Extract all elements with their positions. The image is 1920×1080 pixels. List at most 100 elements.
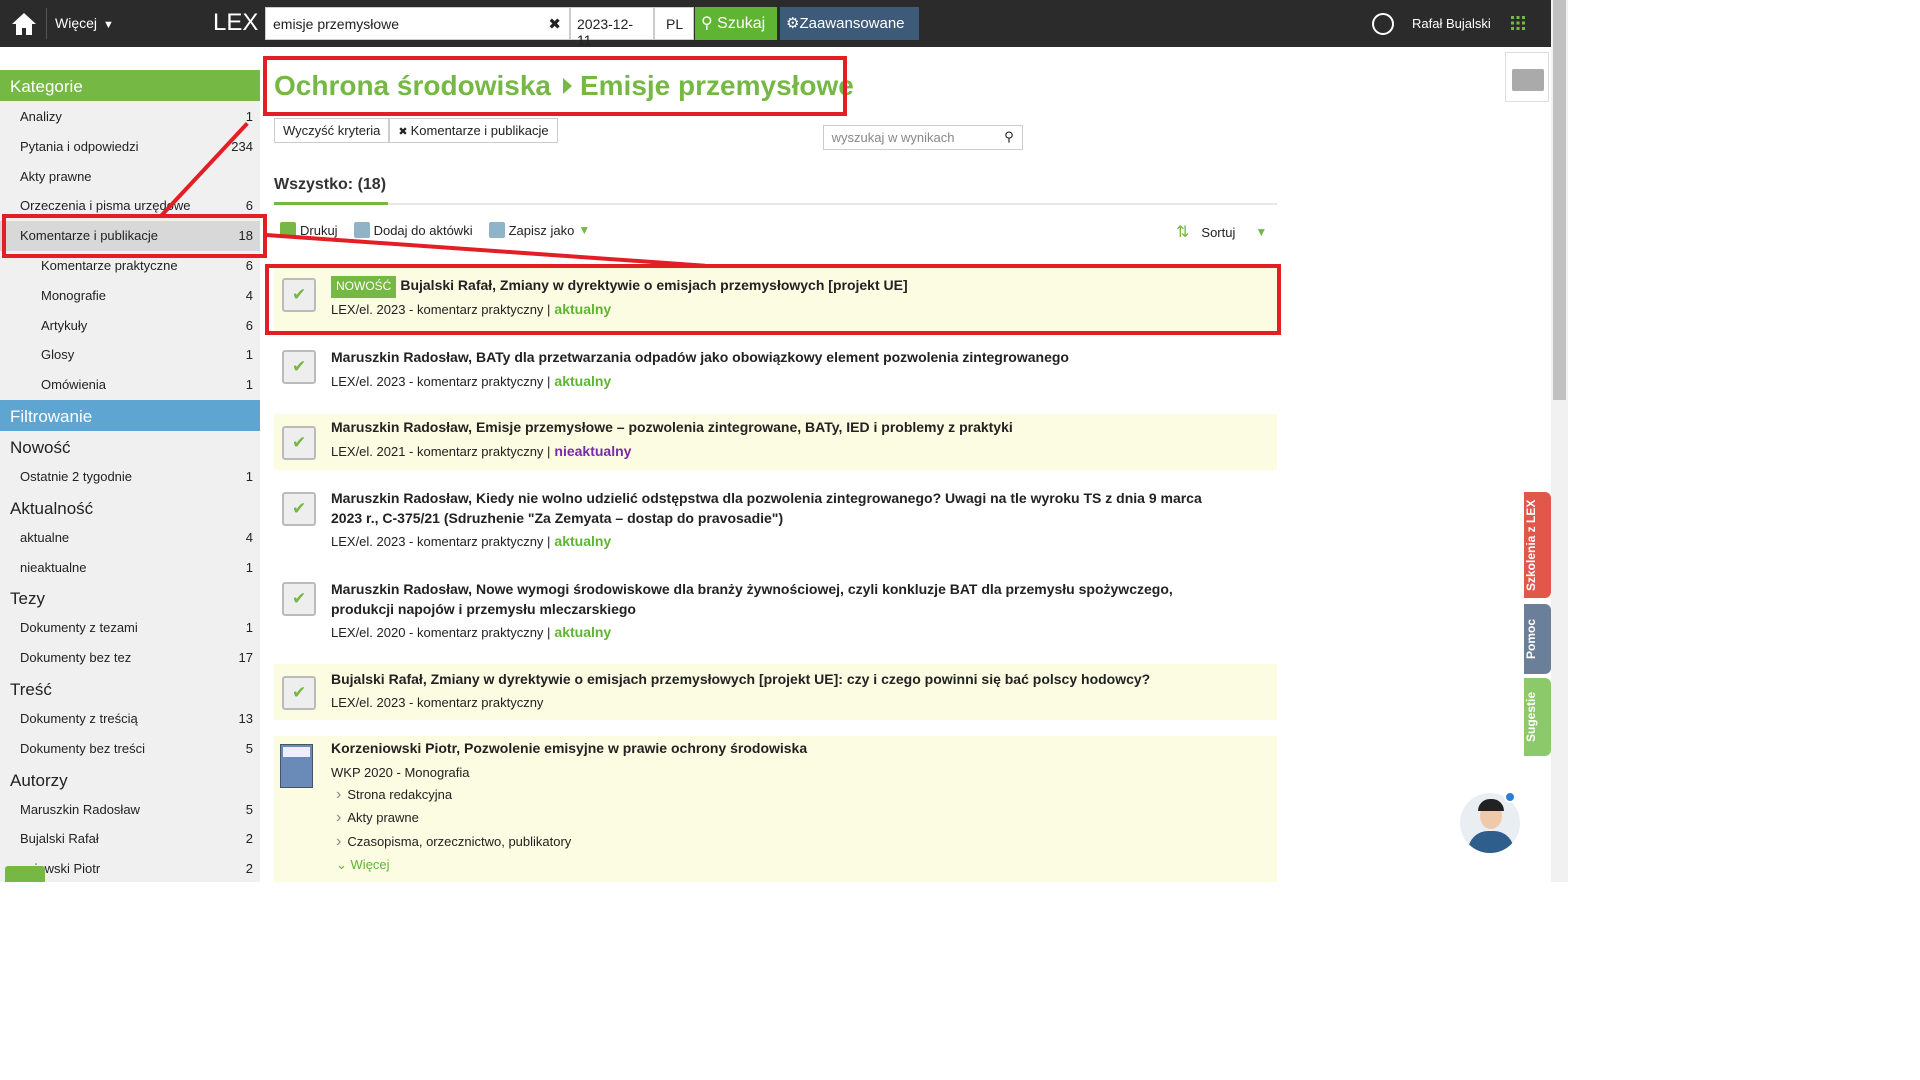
result-title[interactable]: Maruszkin Radosław, Nowe wymogi środowis… [331,580,1231,619]
book-cover-image[interactable] [280,744,313,788]
search-icon: ⚲ [701,15,713,32]
sidebar-category-item[interactable]: Artykuły 6 [0,311,260,341]
sidebar-category-item[interactable]: Komentarze i publikacje 18 [0,221,260,251]
result-meta: LEX/el. 2023 - komentarz praktyczny | akt… [331,373,612,389]
result-item[interactable]: Maruszkin Radosław, Emisje przemysłowe –… [274,414,1277,470]
filter-item[interactable]: Maruszkin Radosław 5 [0,795,260,825]
item-count: 2 [245,831,253,847]
checkbox[interactable] [282,278,316,312]
sidebar-category-item[interactable]: Omówienia 1 [0,370,260,400]
search-input[interactable] [266,8,536,39]
filter-item[interactable]: Dokumenty z treścią 13 [0,704,260,734]
search-icon[interactable]: ⚲ [1004,129,1014,145]
page-title: Ochrona środowiska Emisje przemysłowe [274,70,854,101]
sidebar: Kategorie Analizy 1 Pytania i odpowiedzi 23… [0,70,260,882]
save-as-button[interactable]: Zapisz jako ▼ [488,222,590,238]
gears-icon: ⚙ [786,15,800,32]
filter-section-title: Tezy [10,589,45,609]
filter-item[interactable]: Dokumenty bez tez 17 [0,643,260,673]
search-in-results[interactable]: wyszukaj w wynikach ⚲ [822,125,1023,150]
suggestions-tab[interactable]: Sugestie [1524,678,1551,756]
result-item[interactable]: Maruszkin Radosław, Kiedy nie wolno udzi… [274,480,1277,560]
result-item[interactable]: Maruszkin Radosław, Nowe wymogi środowis… [274,570,1277,650]
filter-item[interactable]: Ostatnie 2 tygodnie 1 [0,462,260,492]
result-meta: LEX/el. 2023 - komentarz praktyczny [331,695,544,710]
add-to-briefcase-button[interactable]: Dodaj do aktówki [353,222,473,238]
result-item[interactable]: Maruszkin Radosław, BATy dla przetwarzan… [274,338,1277,404]
sublink-legal-acts[interactable]: Akty prawne [336,809,419,827]
sidebar-category-item[interactable]: Glosy 1 [0,340,260,370]
new-badge: NOWOŚĆ [331,276,397,298]
help-tab[interactable]: Pomoc [1524,604,1551,674]
item-count: 6 [245,317,253,333]
filter-item[interactable]: nieaktualne 1 [0,553,260,583]
sidebar-category-item[interactable]: Orzeczenia i pisma urzędowe 6 [0,191,260,221]
checkbox[interactable] [282,676,316,710]
lex-logo[interactable]: LEX [213,9,258,37]
divider [274,203,1277,205]
chevron-down-icon: ▼ [103,19,114,31]
sublink-editorial[interactable]: Strona redakcyjna [336,786,452,804]
active-tab-underline [274,202,388,205]
training-tab[interactable]: Szkolenia z LEX [1524,492,1551,598]
result-title[interactable]: NOWOŚĆ Bujalski Rafał, Zmiany w dyrektywi… [331,276,1231,298]
accessibility-icon[interactable] [1372,13,1394,35]
scrollbar-thumb[interactable] [1553,0,1566,400]
status-badge: aktualny [554,533,612,549]
result-title[interactable]: Maruszkin Radosław, Kiedy nie wolno udzi… [331,489,1231,528]
language-select[interactable]: PL [654,7,694,40]
checkbox[interactable] [282,426,316,460]
home-icon[interactable] [10,10,38,38]
sublink-journals[interactable]: Czasopisma, orzecznictwo, publikatory [336,833,571,851]
checkbox[interactable] [282,582,316,616]
user-name[interactable]: Rafał Bujalski [1412,16,1491,31]
result-title[interactable]: Korzeniowski Piotr, Pozwolenie emisyjne … [331,739,1231,759]
result-meta: LEX/el. 2021 - komentarz praktyczny | nie… [331,443,632,459]
sort-button[interactable]: ⇅ Sortuj ▼ [1176,222,1267,242]
result-meta: LEX/el. 2023 - komentarz praktyczny | akt… [331,301,612,317]
filter-section-title: Treść [10,679,52,699]
briefcase-icon [353,222,370,238]
sidebar-category-item[interactable]: Akty prawne [0,162,260,192]
advanced-search-button[interactable]: ⚙Zaawansowane [780,7,919,40]
filter-header: Filtrowanie [0,399,260,431]
date-field[interactable]: 2023-12-11 [570,7,654,48]
notification-dot [1504,791,1516,803]
filter-item[interactable]: Dokumenty bez treści 5 [0,734,260,764]
item-count: 1 [245,377,253,393]
filter-item[interactable]: Bujalski Rafał 2 [0,824,260,854]
sidebar-category-item[interactable]: Komentarze praktyczne 6 [0,251,260,281]
search-button[interactable]: ⚲ Szukaj [695,7,777,40]
result-title[interactable]: Bujalski Rafał, Zmiany w dyrektywie o em… [331,670,1231,690]
chevron-down-icon: ▼ [1255,225,1268,239]
filter-item[interactable]: aktualne 4 [0,523,260,553]
sidebar-category-item[interactable]: Analizy 1 [0,102,260,132]
scrollbar[interactable] [1551,0,1568,882]
all-results-tab[interactable]: Wszystko: (18) [274,176,386,194]
item-count: 5 [245,740,253,756]
item-count: 5 [245,801,253,817]
more-menu[interactable]: Więcej ▼ [55,15,114,31]
filter-bar: Wyczyść kryteria Komentarze i publikacje… [274,118,1023,150]
status-badge: nieaktualny [554,443,632,459]
item-count: 17 [238,650,253,666]
clear-icon[interactable]: ✖ [548,15,561,33]
checkbox[interactable] [282,492,316,526]
settings-icon[interactable] [5,866,45,882]
item-count: 6 [245,198,253,214]
filter-item[interactable]: Dokumenty z tezami 1 [0,613,260,643]
clear-filters-button[interactable]: Wyczyść kryteria [274,118,390,143]
checkbox[interactable] [282,350,316,384]
result-title[interactable]: Maruszkin Radosław, BATy dla przetwarzan… [331,348,1231,368]
more-link[interactable]: ⌄ Więcej [336,857,390,873]
result-item[interactable]: NOWOŚĆBujalski Rafał, Zmiany w dyrektywi… [274,266,1277,332]
result-item[interactable]: Bujalski Rafał, Zmiany w dyrektywie o em… [274,664,1277,720]
status-badge: aktualny [554,624,612,640]
apps-grid-icon[interactable] [1511,16,1525,30]
result-item[interactable]: Korzeniowski Piotr, Pozwolenie emisyjne … [274,736,1277,882]
status-badge: aktualny [554,373,612,389]
active-filter-chip[interactable]: Komentarze i publikacje [389,118,558,143]
sidebar-category-item[interactable]: Monografie 4 [0,281,260,311]
folder-download-icon[interactable] [1505,52,1549,102]
result-title[interactable]: Maruszkin Radosław, Emisje przemysłowe –… [331,418,1231,438]
